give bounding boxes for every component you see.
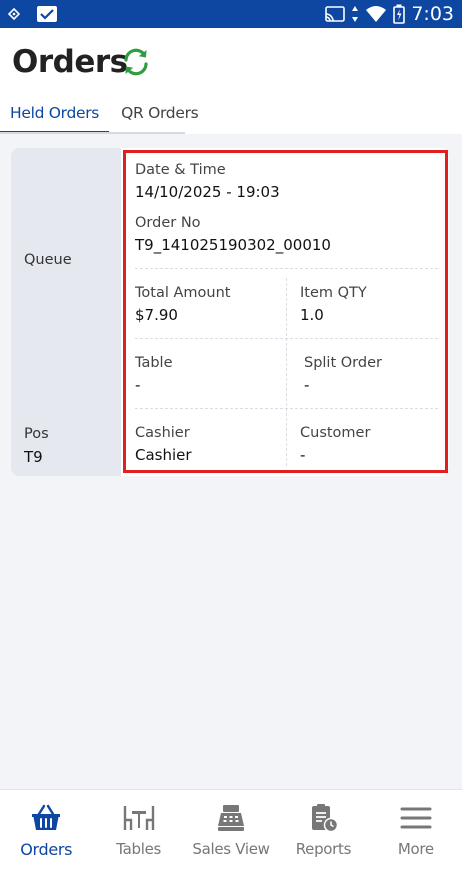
- highlight-box: [123, 150, 448, 473]
- bottom-navigation: Orders Tables Sales View Reports More: [0, 789, 462, 869]
- table-chairs-icon: [123, 806, 154, 830]
- cash-register-icon: [218, 805, 245, 831]
- notification-diamond-icon: [8, 8, 20, 20]
- nav-sales-view-label: Sales View: [192, 840, 270, 858]
- header: Orders Held Orders QR Orders: [0, 28, 462, 134]
- basket-icon: [32, 804, 61, 830]
- refresh-icon[interactable]: [120, 46, 152, 78]
- data-arrows-icon: [352, 6, 359, 22]
- tabs-divider: [0, 132, 185, 134]
- nav-more[interactable]: More: [370, 790, 462, 869]
- order-card-sidebar: Queue Pos T9: [11, 148, 121, 476]
- queue-label: Queue: [24, 252, 72, 268]
- clipboard-clock-icon: [312, 804, 339, 833]
- cast-icon: [325, 6, 346, 22]
- nav-orders-label: Orders: [20, 840, 73, 859]
- pos-value: T9: [24, 448, 43, 466]
- hamburger-menu-icon: [400, 807, 432, 829]
- wifi-icon: [366, 6, 387, 22]
- nav-reports[interactable]: Reports: [277, 790, 369, 869]
- tab-bar: Held Orders QR Orders: [0, 94, 208, 134]
- tab-qr-orders[interactable]: QR Orders: [111, 94, 208, 134]
- page-title: Orders: [12, 44, 128, 80]
- nav-tables-label: Tables: [116, 840, 162, 858]
- pos-label: Pos: [24, 426, 49, 442]
- nav-reports-label: Reports: [295, 840, 352, 858]
- nav-sales-view[interactable]: Sales View: [185, 790, 277, 869]
- nav-orders[interactable]: Orders: [0, 790, 92, 869]
- nav-tables[interactable]: Tables: [92, 790, 184, 869]
- tab-held-orders[interactable]: Held Orders: [0, 94, 110, 134]
- status-bar: 7:03: [0, 0, 462, 28]
- battery-icon: [393, 4, 406, 24]
- nav-more-label: More: [397, 840, 434, 858]
- clock-time: 7:03: [411, 3, 454, 25]
- download-notification-icon: [37, 6, 57, 22]
